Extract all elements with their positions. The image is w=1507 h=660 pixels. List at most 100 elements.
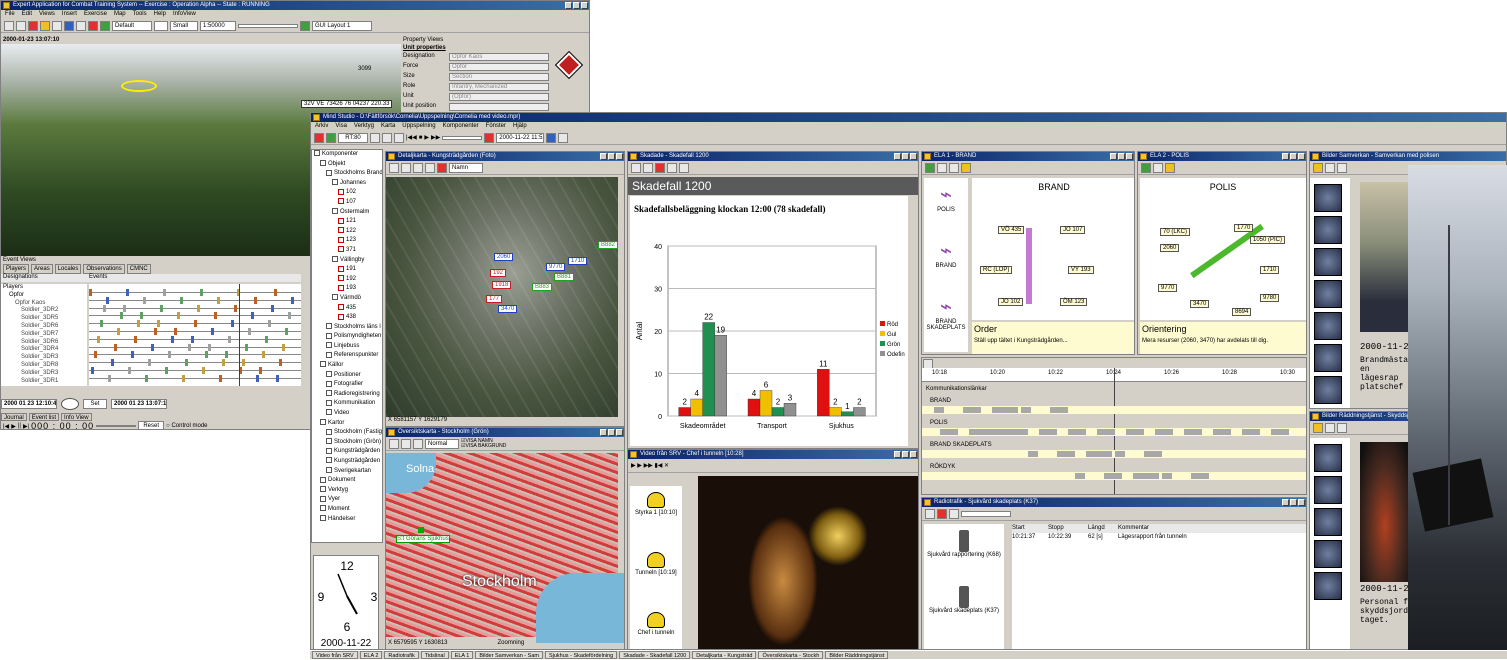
comm-link-block[interactable]: [1028, 451, 1038, 457]
menu-item[interactable]: Karta: [381, 122, 395, 131]
event-mark[interactable]: [228, 335, 231, 343]
map-unit-tag[interactable]: B882: [598, 241, 619, 249]
ela-unit[interactable]: 2060: [1160, 244, 1180, 252]
bar[interactable]: [759, 390, 773, 417]
photo-print-icon[interactable]: [1337, 162, 1347, 173]
comm-link-block[interactable]: [1075, 473, 1085, 479]
event-mark[interactable]: [219, 374, 222, 382]
bar[interactable]: [714, 335, 727, 417]
menu-item[interactable]: Exercise: [84, 10, 107, 19]
comm-link-block[interactable]: [1242, 429, 1260, 435]
tree-node[interactable]: Fotografier: [312, 380, 382, 390]
event-mark[interactable]: [248, 328, 251, 335]
photos1-image[interactable]: [1360, 182, 1410, 332]
tree-item[interactable]: Soldier_3DR8: [1, 362, 87, 370]
detail-layer-select[interactable]: Namn: [449, 162, 483, 173]
comm-link-block[interactable]: [1050, 407, 1068, 413]
event-mark[interactable]: [205, 351, 208, 359]
play-icon[interactable]: ▶: [424, 134, 429, 141]
property-value[interactable]: (Opfor): [449, 93, 549, 101]
taskbar-item[interactable]: Radiotrafik: [384, 651, 419, 659]
area-marker[interactable]: [121, 80, 157, 92]
detail-close-button[interactable]: [616, 153, 623, 160]
ela2-max-button[interactable]: [1290, 153, 1297, 160]
speed-slider[interactable]: [96, 425, 137, 427]
map-unit-tag[interactable]: 1918: [492, 281, 512, 289]
bar[interactable]: [690, 398, 703, 417]
tree-node[interactable]: Polismyndigheten: [312, 332, 382, 342]
property-value[interactable]: Opfor Kaos: [449, 53, 549, 61]
comm-link-block[interactable]: [1162, 473, 1172, 479]
overview-max-button[interactable]: [608, 429, 615, 436]
copy-icon[interactable]: [667, 162, 677, 173]
bar[interactable]: [678, 407, 691, 417]
menu-item[interactable]: Komponenter: [443, 122, 479, 131]
tree-item[interactable]: Soldier_3DR4: [1, 346, 87, 354]
video-min-button[interactable]: [894, 451, 901, 458]
photo2-tool-icon[interactable]: [1313, 422, 1323, 433]
event-mark[interactable]: [194, 320, 197, 328]
tree-item[interactable]: Soldier_3DR1: [1, 378, 87, 386]
comm-link-block[interactable]: [992, 407, 1018, 413]
event-mark[interactable]: [117, 328, 120, 335]
bar[interactable]: [817, 369, 830, 417]
event-mark[interactable]: [143, 296, 146, 304]
radio-tool3-icon[interactable]: [949, 508, 959, 519]
event-mark[interactable]: [154, 328, 157, 335]
tree-node[interactable]: 123: [312, 236, 382, 246]
event-mark[interactable]: [202, 367, 205, 374]
ela-unit[interactable]: 1770: [1234, 224, 1254, 232]
skadade-max-button[interactable]: [902, 153, 909, 160]
event-mark[interactable]: [288, 312, 291, 320]
rewind-icon[interactable]: |◀◀: [406, 134, 417, 141]
ela-unit[interactable]: 8694: [1232, 308, 1252, 316]
comm-link-block[interactable]: [1039, 429, 1057, 435]
ela-unit[interactable]: ÖM 123: [1060, 298, 1088, 306]
bar[interactable]: [747, 398, 761, 417]
event-mark[interactable]: [131, 351, 134, 359]
event-timeline[interactable]: [89, 284, 301, 386]
event-mark[interactable]: [268, 320, 271, 328]
event-mark[interactable]: [165, 367, 168, 374]
comm-link-block[interactable]: [1068, 429, 1086, 435]
ela2-close-button[interactable]: [1298, 153, 1305, 160]
event-mark[interactable]: [225, 351, 228, 359]
comm-link-block[interactable]: [1104, 473, 1122, 479]
ela-unit[interactable]: VY 193: [1068, 266, 1094, 274]
tree-node[interactable]: Kungsträdgården: [312, 447, 382, 457]
zoom-out-icon[interactable]: [401, 162, 411, 173]
tree-node[interactable]: Video: [312, 409, 382, 419]
playback-slider[interactable]: [442, 135, 483, 140]
tree-node[interactable]: 193: [312, 284, 382, 294]
comm-link-block[interactable]: [963, 407, 981, 413]
event-mark[interactable]: [163, 289, 166, 296]
menu-item[interactable]: File: [5, 10, 15, 19]
radio-volume-slider[interactable]: [961, 510, 1011, 517]
property-value[interactable]: [449, 103, 549, 111]
event-mark[interactable]: [182, 374, 185, 382]
tree-node[interactable]: Linjebuss: [312, 342, 382, 352]
comm-link-block[interactable]: [940, 429, 958, 435]
map-unit-tag[interactable]: 3470: [498, 305, 518, 313]
comm-link-block[interactable]: [1191, 473, 1209, 479]
tool-icon[interactable]: [40, 20, 50, 31]
comm-link-block[interactable]: [1271, 429, 1289, 435]
event-mark[interactable]: [151, 343, 154, 351]
photo-thumbnail[interactable]: [1314, 540, 1342, 568]
menu-item[interactable]: Map: [114, 10, 126, 19]
ela-tool3-icon[interactable]: [949, 162, 959, 173]
record-icon[interactable]: [28, 20, 38, 31]
event-mark[interactable]: [282, 343, 285, 351]
tree-node[interactable]: 107: [312, 198, 382, 208]
ela-side-item[interactable]: ⌁ POLIS: [924, 178, 968, 234]
tree-node[interactable]: 121: [312, 217, 382, 227]
move-icon[interactable]: [100, 20, 110, 31]
tools-icon[interactable]: [484, 132, 495, 143]
menu-item[interactable]: Hjälp: [513, 122, 527, 131]
ela-unit[interactable]: 1710: [1260, 266, 1280, 274]
taskbar-item[interactable]: Bilder Samverkan - Sam: [475, 651, 543, 659]
ela-unit[interactable]: VÖ 435: [998, 226, 1025, 234]
minimize-button[interactable]: [565, 2, 572, 9]
size-select[interactable]: Small: [170, 20, 198, 31]
event-tab[interactable]: Areas: [31, 264, 53, 274]
